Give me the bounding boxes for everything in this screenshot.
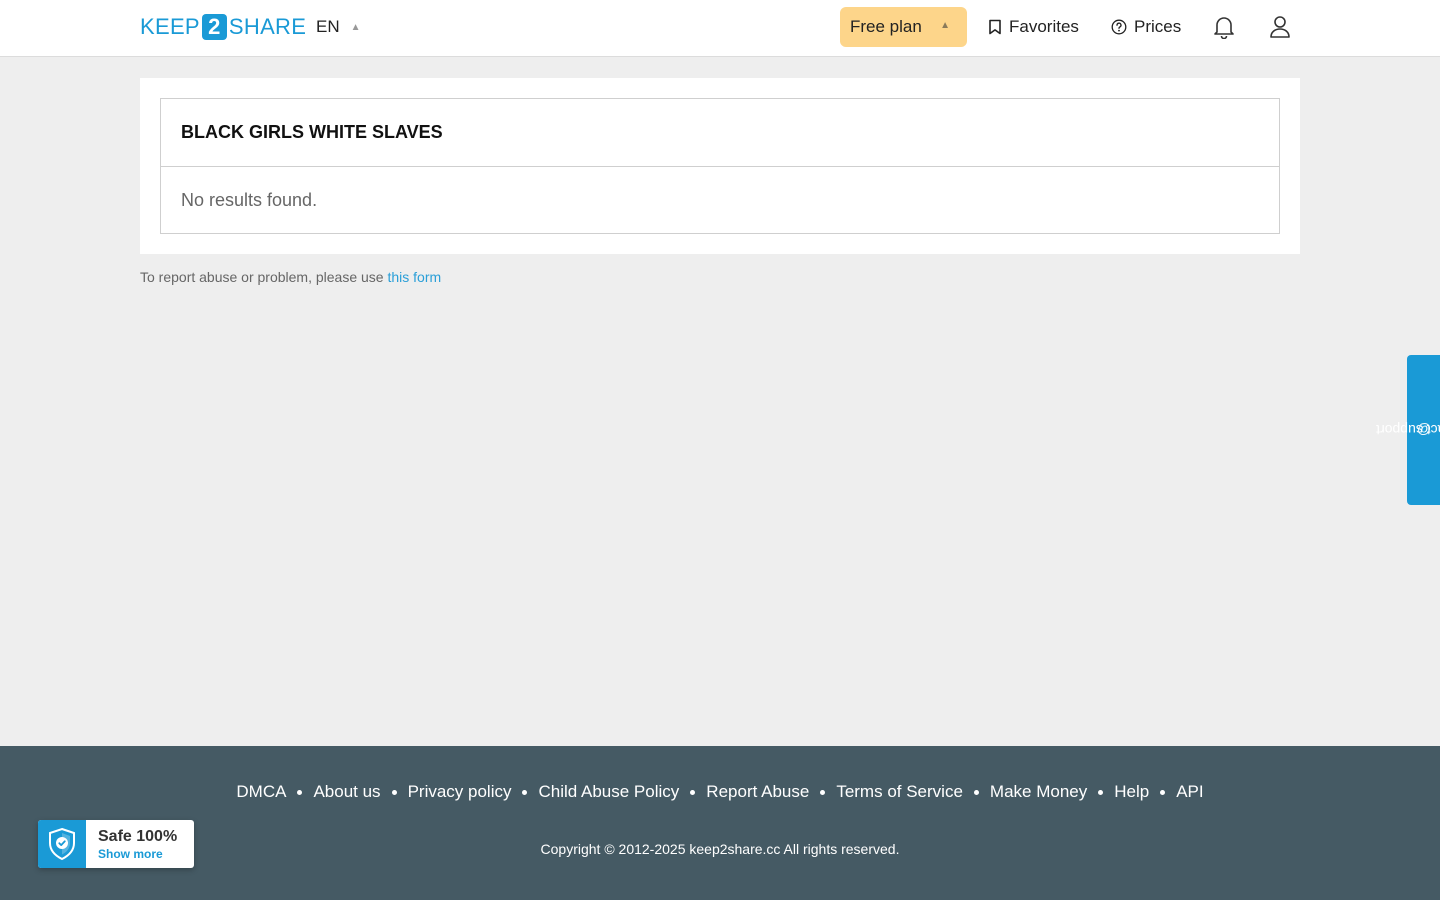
separator-dot bbox=[973, 789, 979, 795]
logo-text-left: KEEP bbox=[140, 14, 200, 39]
footer-link-make-money[interactable]: Make Money bbox=[990, 782, 1087, 802]
content-card: BLACK GIRLS WHITE SLAVES No results foun… bbox=[140, 78, 1300, 254]
copyright-text: Copyright © 2012-2025 keep2share.cc All … bbox=[540, 841, 900, 857]
empty-results-message: No results found. bbox=[181, 189, 318, 210]
report-text: To report abuse or problem, please use bbox=[140, 269, 384, 285]
separator-dot bbox=[1098, 789, 1104, 795]
footer-link-terms[interactable]: Terms of Service bbox=[836, 782, 963, 802]
prices-link[interactable]: Prices bbox=[1111, 16, 1181, 38]
footer-links: DMCA About us Privacy policy Child Abuse… bbox=[0, 782, 1440, 802]
footer-link-api[interactable]: API bbox=[1176, 782, 1203, 802]
contact-support-text: contact support bbox=[1375, 422, 1440, 438]
plan-label: Free plan bbox=[850, 17, 922, 36]
contact-support-tab[interactable]: @ contact support bbox=[1376, 355, 1440, 505]
report-abuse-note: To report abuse or problem, please use t… bbox=[140, 269, 441, 285]
shield-check-icon bbox=[49, 827, 75, 861]
question-circle-icon bbox=[1111, 19, 1127, 35]
plan-dropdown-button[interactable]: Free plan ▲ bbox=[840, 7, 967, 47]
keep2share-logo[interactable]: KEEP 2 SHARE bbox=[140, 14, 306, 40]
folder-title: BLACK GIRLS WHITE SLAVES bbox=[161, 99, 1279, 167]
footer-link-child-abuse-policy[interactable]: Child Abuse Policy bbox=[538, 782, 679, 802]
top-header: KEEP 2 SHARE EN ▲ Free plan ▲ Favorites … bbox=[0, 0, 1440, 57]
footer-link-help[interactable]: Help bbox=[1114, 782, 1149, 802]
chevron-up-icon: ▲ bbox=[940, 20, 950, 31]
safe-badge[interactable]: Safe 100% Show more bbox=[38, 820, 194, 868]
site-footer: DMCA About us Privacy policy Child Abuse… bbox=[0, 746, 1440, 900]
favorites-label: Favorites bbox=[1009, 17, 1079, 36]
separator-dot bbox=[522, 789, 528, 795]
separator-dot bbox=[820, 789, 826, 795]
chevron-up-icon: ▲ bbox=[350, 21, 361, 33]
favorites-link[interactable]: Favorites bbox=[988, 16, 1079, 38]
safe-badge-show-more[interactable]: Show more bbox=[98, 847, 163, 861]
language-selector[interactable]: EN ▲ bbox=[316, 16, 361, 38]
shield-box bbox=[38, 820, 86, 868]
logo-number-box: 2 bbox=[201, 14, 227, 40]
results-panel: BLACK GIRLS WHITE SLAVES No results foun… bbox=[160, 98, 1280, 234]
footer-link-report-abuse[interactable]: Report Abuse bbox=[706, 782, 809, 802]
logo-text-right: SHARE bbox=[228, 14, 307, 39]
footer-link-about[interactable]: About us bbox=[313, 782, 380, 802]
separator-dot bbox=[391, 789, 397, 795]
user-icon bbox=[1270, 16, 1290, 38]
separator-dot bbox=[690, 789, 696, 795]
prices-label: Prices bbox=[1134, 17, 1182, 36]
separator-dot bbox=[1160, 789, 1166, 795]
report-form-link[interactable]: this form bbox=[387, 269, 441, 285]
safe-badge-title: Safe 100% bbox=[98, 828, 178, 845]
footer-link-dmca[interactable]: DMCA bbox=[236, 782, 286, 802]
separator-dot bbox=[297, 789, 303, 795]
bell-icon bbox=[1214, 17, 1234, 39]
account-button[interactable] bbox=[1267, 14, 1293, 40]
notifications-button[interactable] bbox=[1211, 14, 1237, 40]
bookmark-icon bbox=[989, 19, 1001, 35]
language-label: EN bbox=[316, 17, 340, 36]
footer-link-privacy[interactable]: Privacy policy bbox=[408, 782, 512, 802]
